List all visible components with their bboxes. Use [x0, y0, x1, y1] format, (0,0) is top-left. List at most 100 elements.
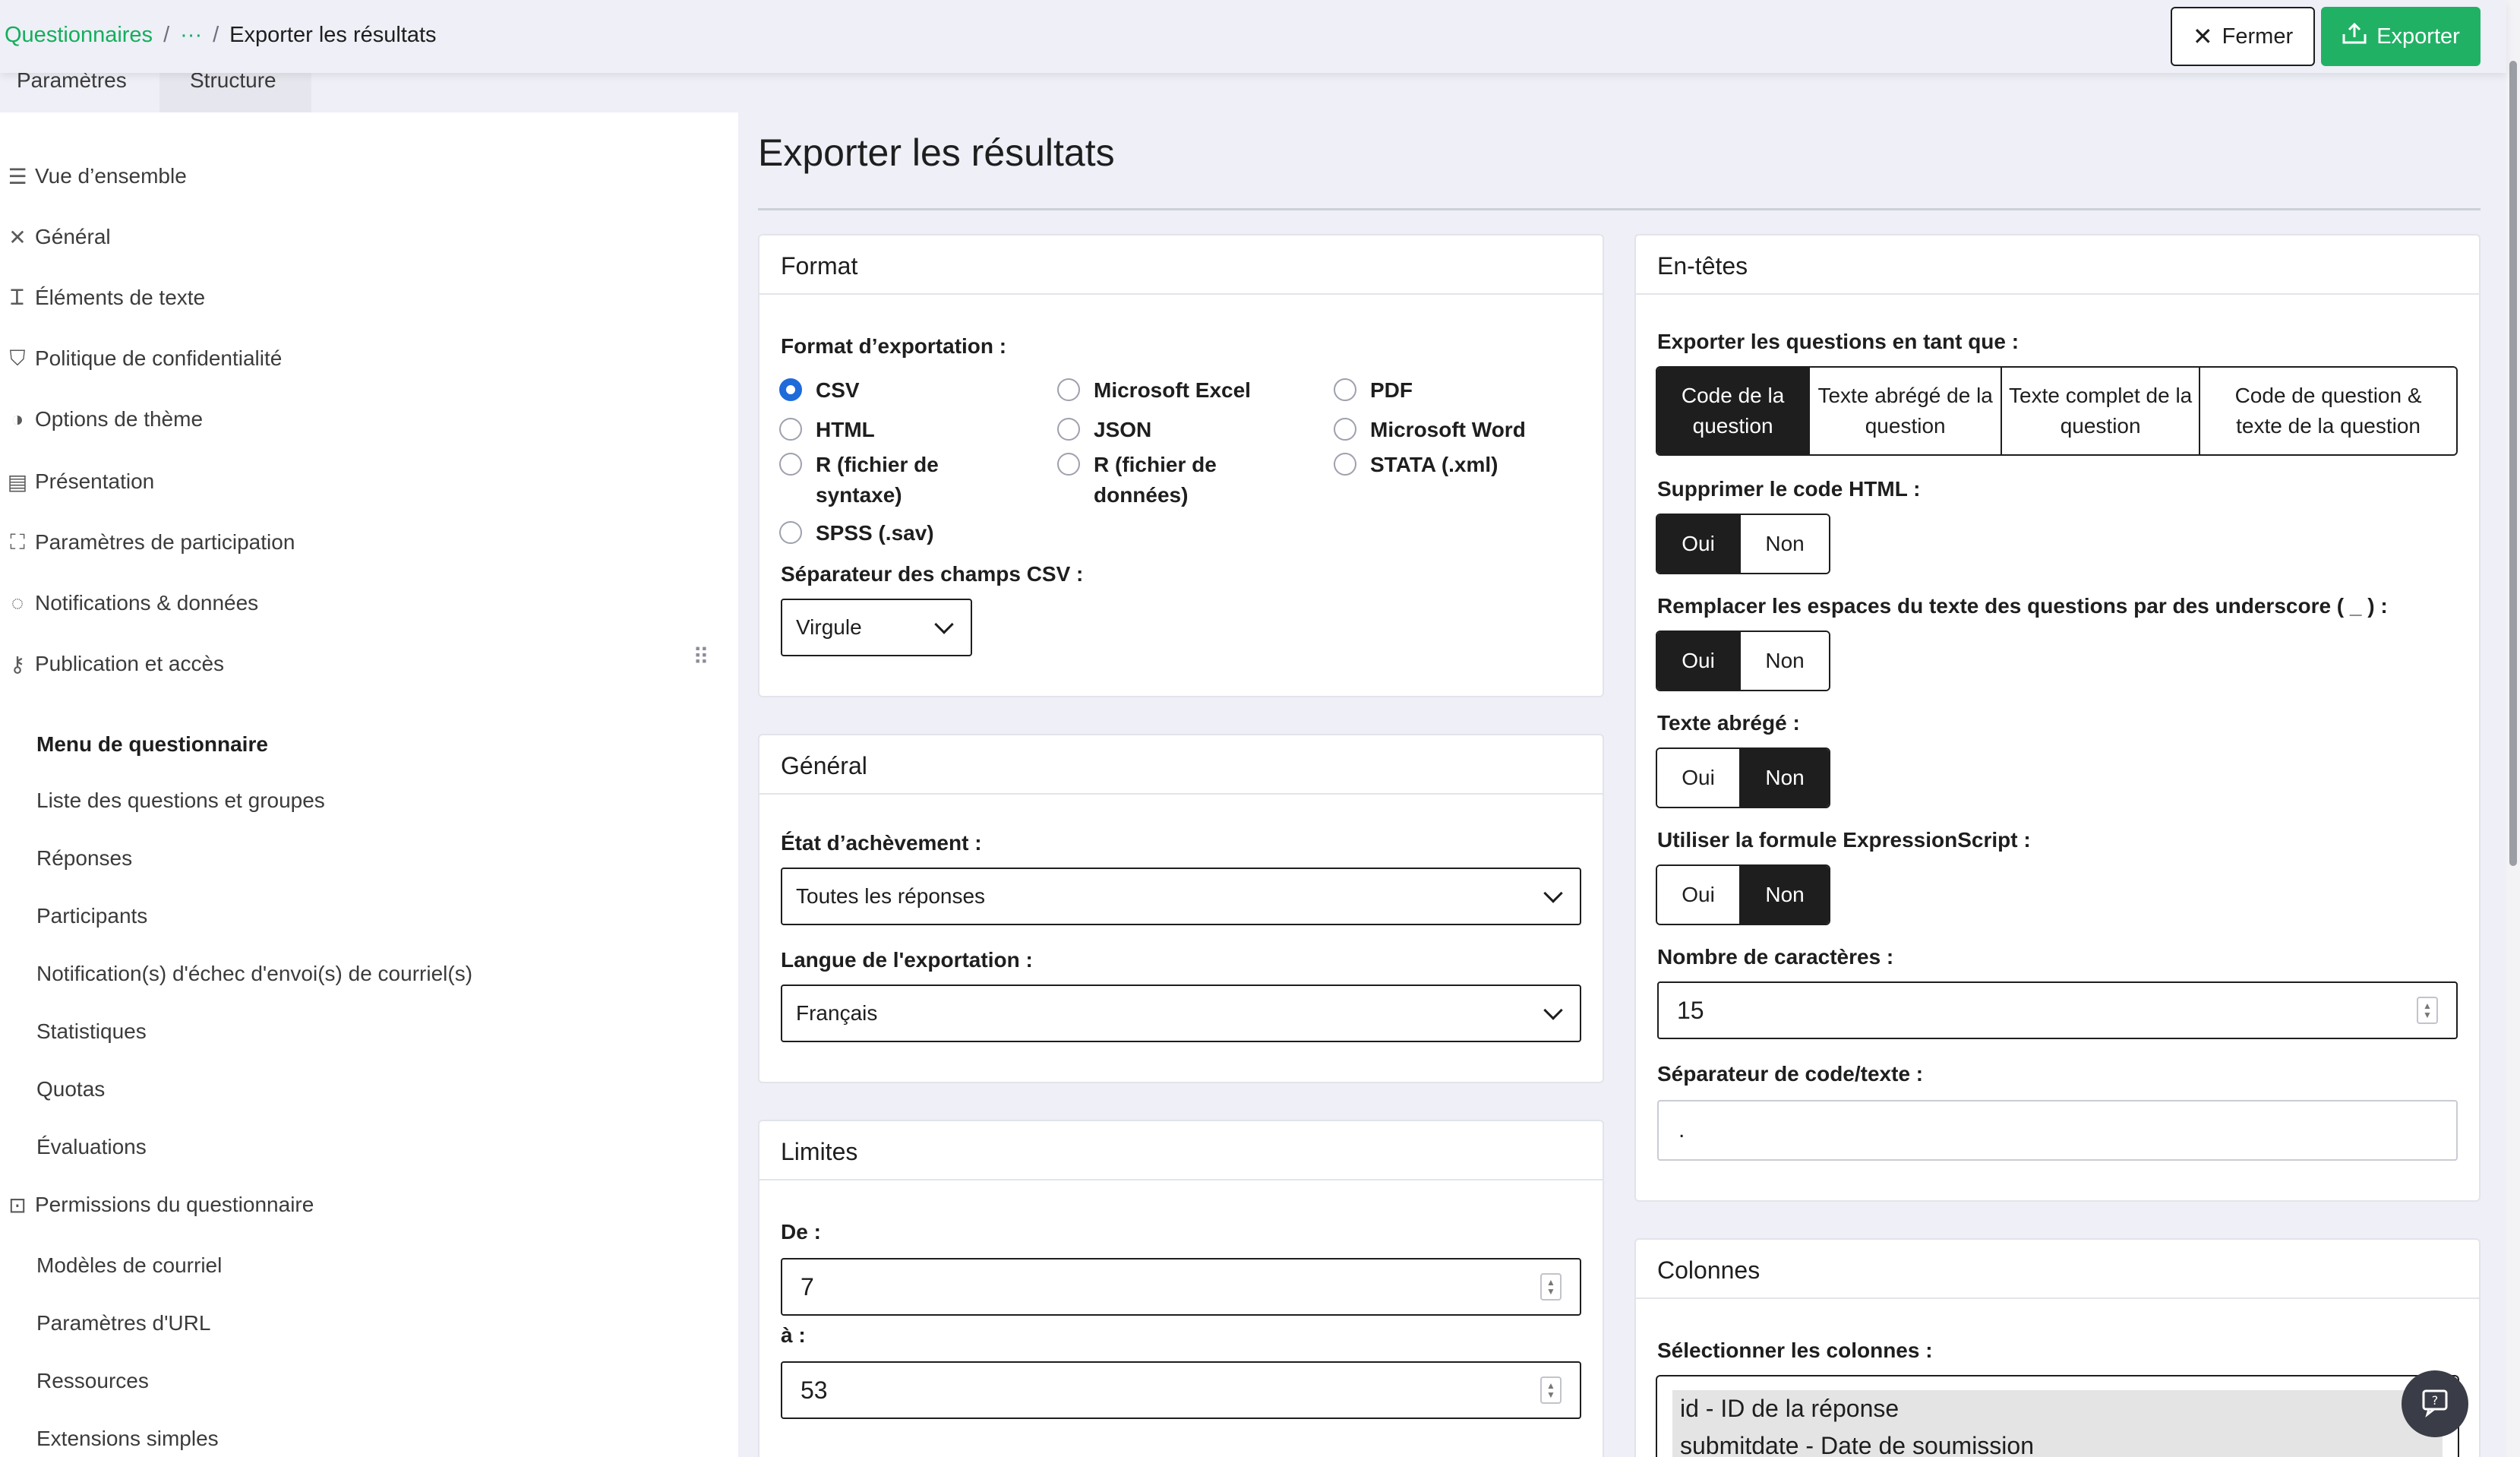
sidebar-item-label: Présentation: [35, 469, 155, 493]
radio-button[interactable]: [779, 378, 802, 401]
radio-button[interactable]: [779, 453, 802, 476]
radio-pdf[interactable]: PDF: [1334, 375, 1584, 406]
sidebar-menu-item[interactable]: Évaluations: [36, 1135, 147, 1159]
close-button[interactable]: ✕ Fermer: [2171, 7, 2315, 66]
feedback-button[interactable]: ?: [2402, 1370, 2468, 1437]
column-option[interactable]: submitdate - Date de soumission: [1672, 1427, 2443, 1457]
svg-text:?: ?: [2432, 1393, 2439, 1408]
tab-structure[interactable]: Structure: [159, 73, 311, 112]
radio-button[interactable]: [1334, 453, 1356, 476]
export-language-select[interactable]: Français: [781, 985, 1581, 1042]
radio-word[interactable]: Microsoft Word: [1334, 415, 1584, 445]
code-text-separator-input[interactable]: .: [1657, 1100, 2458, 1161]
radio-json[interactable]: JSON: [1057, 415, 1308, 445]
drag-handle-icon[interactable]: ⠿: [693, 646, 712, 669]
sidebar-menu-item[interactable]: Liste des questions et groupes: [36, 789, 325, 813]
option-abbreviated-text[interactable]: Texte abrégé de la question: [1808, 368, 2001, 454]
sidebar-item-overview[interactable]: ☰ Vue d’ensemble: [8, 164, 186, 188]
sidebar-item-text-elements[interactable]: Ꮖ Éléments de texte: [8, 286, 205, 310]
chevron-down-icon: [1543, 1000, 1563, 1020]
sidebar-item-participation[interactable]: ⛶ Paramètres de participation: [8, 530, 295, 555]
radio-button[interactable]: [1334, 418, 1356, 441]
radio-label: Microsoft Word: [1370, 418, 1526, 441]
radio-label: R (fichier de données): [1094, 453, 1217, 507]
format-card-title: Format: [759, 235, 1603, 295]
completion-select[interactable]: Toutes les réponses: [781, 868, 1581, 925]
abbreviated-text-toggle: Oui Non: [1656, 747, 1830, 808]
sidebar-item-permissions[interactable]: ⊡ Permissions du questionnaire: [8, 1193, 314, 1217]
radio-label: Microsoft Excel: [1094, 378, 1251, 402]
no-option[interactable]: Non: [1739, 866, 1829, 924]
tab-settings[interactable]: Paramètres: [0, 73, 159, 112]
column-option[interactable]: id - ID de la réponse: [1672, 1390, 2443, 1427]
from-input[interactable]: 7 ▲ ▼: [781, 1258, 1581, 1316]
radio-excel[interactable]: Microsoft Excel: [1057, 375, 1308, 406]
sidebar-item-privacy[interactable]: ⛉ Politique de confidentialité: [8, 346, 282, 371]
radio-label: JSON: [1094, 418, 1152, 441]
breadcrumb-current: Exporter les résultats: [229, 23, 437, 47]
strip-html-toggle: Oui Non: [1656, 514, 1830, 574]
yes-option[interactable]: Oui: [1657, 866, 1740, 924]
key-icon: ⚷: [9, 652, 26, 676]
csv-separator-select[interactable]: Virgule: [781, 599, 972, 656]
no-option[interactable]: Non: [1739, 515, 1829, 573]
radio-html[interactable]: HTML: [779, 415, 1030, 445]
stepper-icon[interactable]: ▲ ▼: [1540, 1273, 1562, 1301]
upload-icon: [2342, 22, 2367, 51]
replace-spaces-label: Remplacer les espaces du texte des quest…: [1657, 594, 2388, 618]
radio-label: STATA (.xml): [1370, 453, 1498, 476]
breadcrumb-ellipsis[interactable]: ···: [180, 23, 202, 48]
breadcrumb-root-link[interactable]: Questionnaires: [5, 23, 153, 48]
breadcrumb-separator: /: [163, 23, 170, 47]
export-button[interactable]: Exporter: [2321, 7, 2481, 66]
radio-csv[interactable]: CSV: [779, 375, 1030, 406]
radio-button[interactable]: [1057, 453, 1080, 476]
yes-option[interactable]: Oui: [1657, 515, 1740, 573]
sidebar-menu-item[interactable]: Extensions simples: [36, 1427, 219, 1451]
scrollbar-thumb[interactable]: [2509, 61, 2517, 866]
radio-button[interactable]: [779, 521, 802, 544]
radio-label: SPSS (.sav): [816, 521, 934, 545]
page-scrollbar[interactable]: [2506, 0, 2520, 1457]
sidebar-item-publication[interactable]: ⚷ Publication et accès: [8, 652, 224, 676]
option-question-code[interactable]: Code de la question: [1657, 368, 1809, 454]
columns-listbox[interactable]: id - ID de la réponse submitdate - Date …: [1656, 1375, 2459, 1457]
option-code-and-text[interactable]: Code de question & texte de la question: [2199, 368, 2456, 454]
sidebar-menu-item[interactable]: Ressources: [36, 1369, 149, 1393]
sidebar-item-notifications[interactable]: ◌ Notifications & données: [8, 591, 259, 615]
sidebar-menu-item[interactable]: Quotas: [36, 1077, 105, 1101]
char-count-input[interactable]: 15 ▲ ▼: [1657, 981, 2458, 1039]
sidebar-item-general[interactable]: ✕ Général: [8, 225, 110, 249]
sidebar-item-label: Permissions du questionnaire: [35, 1193, 314, 1216]
radio-stata[interactable]: STATA (.xml): [1334, 450, 1584, 480]
bell-icon: ◌: [11, 591, 24, 615]
option-full-text[interactable]: Texte complet de la question: [2001, 368, 2199, 454]
no-option[interactable]: Non: [1739, 749, 1829, 807]
radio-button[interactable]: [1057, 418, 1080, 441]
radio-r-data[interactable]: R (fichier de données): [1057, 450, 1247, 510]
radio-button[interactable]: [1334, 378, 1356, 401]
radio-label: CSV: [816, 378, 860, 402]
sidebar-menu-item[interactable]: Participants: [36, 904, 147, 928]
no-option[interactable]: Non: [1739, 632, 1829, 690]
yes-option[interactable]: Oui: [1657, 632, 1740, 690]
sidebar-menu-item[interactable]: Statistiques: [36, 1019, 147, 1044]
radio-r-syntax[interactable]: R (fichier de syntaxe): [779, 450, 969, 510]
sidebar-item-label: Options de thème: [35, 407, 204, 431]
sidebar-menu-item[interactable]: Modèles de courriel: [36, 1253, 222, 1278]
export-button-label: Exporter: [2376, 24, 2460, 49]
general-card-title: Général: [759, 735, 1603, 795]
to-input[interactable]: 53 ▲ ▼: [781, 1361, 1581, 1419]
radio-button[interactable]: [779, 418, 802, 441]
sidebar-menu-item[interactable]: Paramètres d'URL: [36, 1311, 210, 1335]
sidebar-item-presentation[interactable]: ▤ Présentation: [8, 469, 154, 494]
expression-script-toggle: Oui Non: [1656, 864, 1830, 925]
sidebar-item-theme[interactable]: ◑ Options de thème: [8, 407, 204, 431]
stepper-icon[interactable]: ▲ ▼: [2417, 997, 2438, 1024]
stepper-icon[interactable]: ▲ ▼: [1540, 1376, 1562, 1404]
radio-button[interactable]: [1057, 378, 1080, 401]
radio-spss[interactable]: SPSS (.sav): [779, 518, 1030, 548]
sidebar-menu-item[interactable]: Notification(s) d'échec d'envoi(s) de co…: [36, 962, 472, 986]
sidebar-menu-item[interactable]: Réponses: [36, 846, 132, 871]
yes-option[interactable]: Oui: [1657, 749, 1740, 807]
